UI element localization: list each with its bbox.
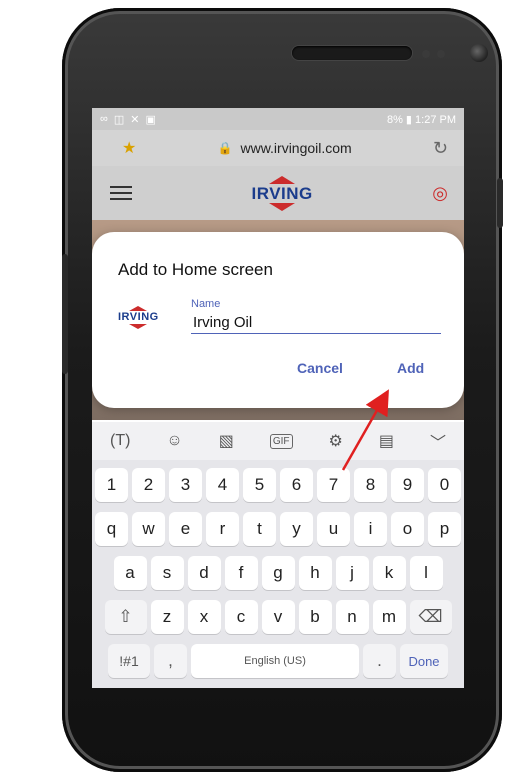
url-text: www.irvingoil.com xyxy=(240,140,352,156)
power-button xyxy=(497,178,503,228)
key[interactable]: 5 xyxy=(243,468,276,502)
key[interactable]: 3 xyxy=(169,468,202,502)
key[interactable]: m xyxy=(372,600,406,634)
battery-time-text: 8% ▮ 1:27 PM xyxy=(386,113,456,126)
browser-address-bar[interactable]: ★ 🔒 www.irvingoil.com ↻ xyxy=(92,130,464,166)
comma-key[interactable]: , xyxy=(154,644,187,678)
bottom-row: !#1 , English (US) . Done xyxy=(92,644,464,678)
number-row: 1 2 3 4 5 6 7 8 9 0 xyxy=(92,468,464,502)
key[interactable]: u xyxy=(317,512,350,546)
key[interactable]: g xyxy=(261,556,295,590)
space-key[interactable]: English (US) xyxy=(191,644,359,678)
sensor-dot xyxy=(437,50,445,58)
key[interactable]: 0 xyxy=(428,468,461,502)
period-key[interactable]: . xyxy=(363,644,396,678)
qwerty-row: q w e r t y u i o p xyxy=(92,512,464,546)
key[interactable]: d xyxy=(187,556,221,590)
key[interactable]: i xyxy=(354,512,387,546)
asdf-row: a s d f g h j k l xyxy=(92,556,464,590)
key[interactable]: 1 xyxy=(95,468,128,502)
status-right: 8% ▮ 1:27 PM xyxy=(387,113,456,126)
key[interactable]: f xyxy=(224,556,258,590)
lock-icon: 🔒 xyxy=(217,141,233,155)
key[interactable]: t xyxy=(243,512,276,546)
sticker-icon[interactable]: ▧ xyxy=(219,431,234,451)
status-bar: ∞ ◫ ✕ ▣ 8% ▮ 1:27 PM xyxy=(92,108,464,130)
volume-button xyxy=(62,254,68,374)
key[interactable]: a xyxy=(113,556,147,590)
symbols-key[interactable]: !#1 xyxy=(108,644,150,678)
zxcv-row: ⇧ z x c v b n m ⌫ xyxy=(92,600,464,634)
status-left-icons: ∞ ◫ ✕ ▣ xyxy=(100,113,156,126)
location-pin-icon[interactable]: ◎ xyxy=(432,183,448,204)
key[interactable]: v xyxy=(261,600,295,634)
collapse-chevron-icon[interactable]: ﹀ xyxy=(430,429,446,453)
earpiece-speaker xyxy=(292,46,412,60)
emoji-icon[interactable]: ☺ xyxy=(166,432,182,450)
key[interactable]: 9 xyxy=(391,468,424,502)
soft-keyboard: 1 2 3 4 5 6 7 8 9 0 q w e r t y u i o p … xyxy=(92,460,464,688)
key[interactable]: 7 xyxy=(317,468,350,502)
key[interactable]: x xyxy=(187,600,221,634)
done-key[interactable]: Done xyxy=(400,644,448,678)
sensor-dot xyxy=(422,50,430,58)
key[interactable]: r xyxy=(206,512,239,546)
notification-icon: ✕ xyxy=(130,113,140,126)
notification-icon: ∞ xyxy=(100,113,108,125)
dialog-title: Add to Home screen xyxy=(118,260,273,279)
bookmark-star-icon[interactable]: ★ xyxy=(122,138,136,158)
backspace-key[interactable]: ⌫ xyxy=(409,600,452,634)
key[interactable]: 4 xyxy=(206,468,239,502)
url-display[interactable]: 🔒 www.irvingoil.com xyxy=(218,140,352,156)
add-button[interactable]: Add xyxy=(397,360,424,376)
irving-logo[interactable]: IRVING xyxy=(251,175,313,211)
key[interactable]: c xyxy=(224,600,258,634)
settings-gear-icon[interactable]: ⚙ xyxy=(329,431,343,451)
key[interactable]: o xyxy=(391,512,424,546)
key[interactable]: z xyxy=(150,600,184,634)
key[interactable]: l xyxy=(409,556,443,590)
shift-key[interactable]: ⇧ xyxy=(104,600,147,634)
cancel-button[interactable]: Cancel xyxy=(297,360,343,376)
text-style-icon[interactable]: (T) xyxy=(110,432,130,450)
key[interactable]: s xyxy=(150,556,184,590)
reload-icon[interactable]: ↻ xyxy=(433,138,448,159)
gif-icon[interactable]: GIF xyxy=(269,433,293,449)
notification-icon: ▣ xyxy=(145,113,156,126)
key[interactable]: n xyxy=(335,600,369,634)
shortcut-app-icon: IRVING xyxy=(118,306,159,329)
key[interactable]: b xyxy=(298,600,332,634)
name-input[interactable] xyxy=(191,311,441,334)
phone-screen: ∞ ◫ ✕ ▣ 8% ▮ 1:27 PM ★ 🔒 www.irvingoil.c… xyxy=(92,108,464,688)
notification-icon: ◫ xyxy=(113,113,125,126)
key[interactable]: y xyxy=(280,512,313,546)
menu-icon[interactable] xyxy=(110,186,132,200)
key[interactable]: 2 xyxy=(132,468,165,502)
key[interactable]: h xyxy=(298,556,332,590)
key[interactable]: p xyxy=(428,512,461,546)
key[interactable]: q xyxy=(95,512,128,546)
name-field-label: Name xyxy=(191,298,221,310)
key[interactable]: 6 xyxy=(280,468,313,502)
key[interactable]: e xyxy=(169,512,202,546)
key[interactable]: k xyxy=(372,556,406,590)
key[interactable]: w xyxy=(132,512,165,546)
keyboard-toolbar: (T) ☺ ▧ GIF ⚙ ▤ ﹀ xyxy=(92,422,464,460)
front-camera xyxy=(470,44,488,62)
key[interactable]: j xyxy=(335,556,369,590)
logo-text: IRVING xyxy=(251,183,313,203)
key[interactable]: 8 xyxy=(354,468,387,502)
dialog-logo-text: IRVING xyxy=(118,311,159,323)
clipboard-icon[interactable]: ▤ xyxy=(379,431,394,451)
site-header: IRVING ◎ xyxy=(92,166,464,220)
add-to-home-dialog: Add to Home screen IRVING Name Cancel Ad… xyxy=(92,232,464,408)
